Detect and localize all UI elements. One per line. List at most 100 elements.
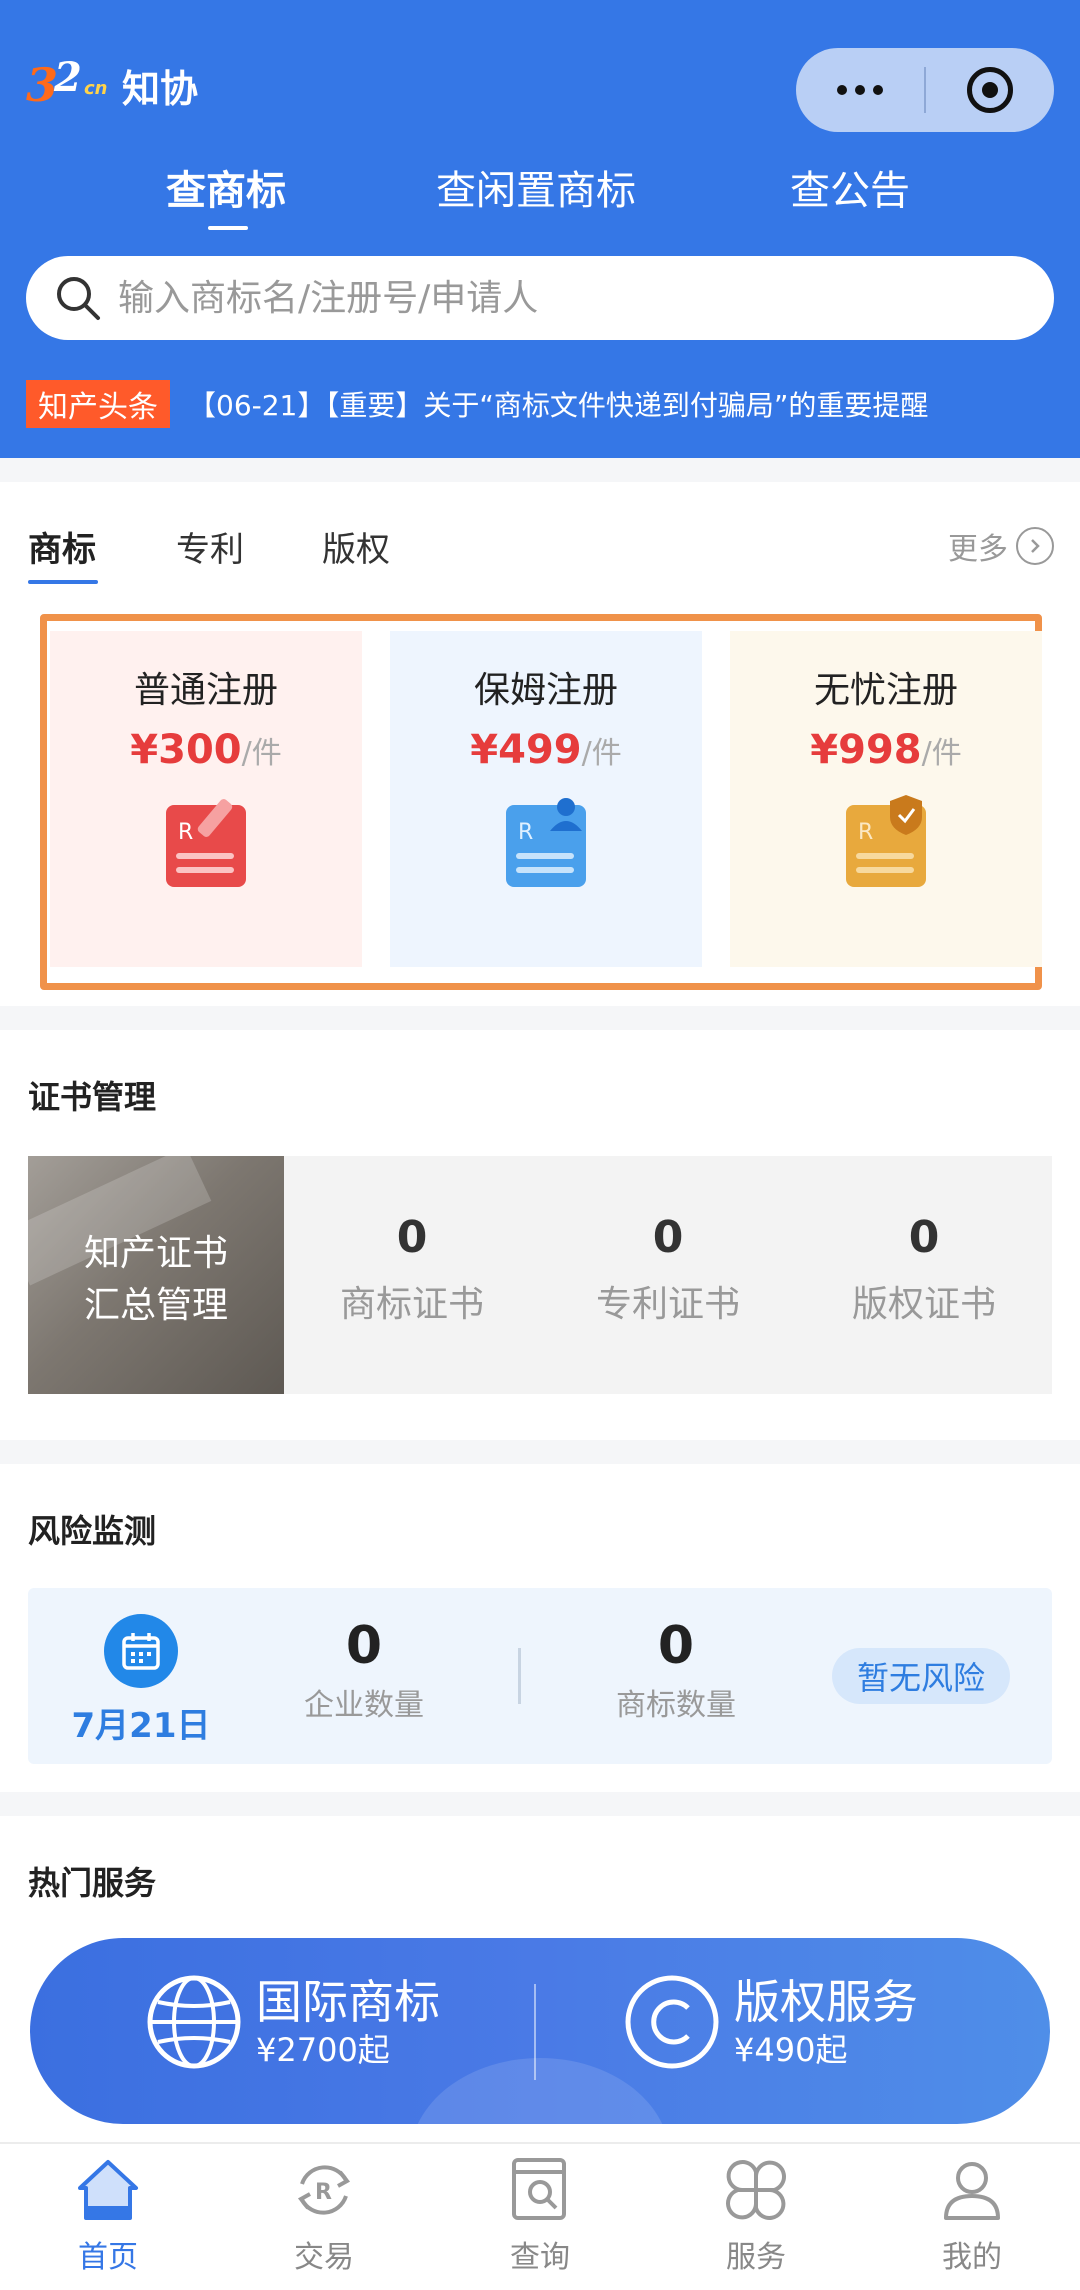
news-ticker[interactable]: 知产头条 【06-21】【重要】关于“商标文件快递到付骗局”的重要提醒 bbox=[26, 380, 928, 428]
certificate-banner-line1: 知产证书 bbox=[83, 1233, 228, 1274]
section-divider bbox=[0, 458, 1080, 482]
home-icon bbox=[78, 2160, 138, 2220]
risk-date: 7月21日 bbox=[71, 1706, 211, 1746]
divider bbox=[534, 1984, 536, 2080]
stat-label: 版权证书 bbox=[851, 1284, 996, 1325]
plan-worry-free[interactable]: 无忧注册 ¥998/件 R bbox=[730, 631, 1042, 967]
stat-value: 0 bbox=[345, 1616, 383, 1676]
trade-icon: R bbox=[297, 2165, 351, 2215]
search-input[interactable] bbox=[118, 277, 998, 319]
close-miniprogram-button[interactable] bbox=[926, 48, 1054, 132]
plan-name: 保姆注册 bbox=[473, 670, 618, 711]
dot-icon bbox=[873, 85, 883, 95]
miniprogram-capsule bbox=[796, 48, 1054, 132]
dot-icon bbox=[855, 85, 865, 95]
copyright-service[interactable]: 版权服务 ¥490起 bbox=[624, 1974, 918, 2070]
section-divider bbox=[0, 1006, 1080, 1030]
search-icon bbox=[57, 277, 100, 320]
stat-value: 0 bbox=[652, 1212, 684, 1263]
stat-value: 0 bbox=[908, 1212, 940, 1263]
tab-announcement-search[interactable]: 查公告 bbox=[790, 158, 910, 216]
nav-service[interactable]: 服务 bbox=[648, 2154, 864, 2276]
plan-name: 无忧注册 bbox=[813, 670, 958, 711]
section-divider bbox=[0, 1440, 1080, 1464]
nav-trade[interactable]: R 交易 bbox=[216, 2154, 432, 2276]
tab-idle-trademark-search[interactable]: 查闲置商标 bbox=[436, 158, 636, 216]
plan-price: ¥499/件 bbox=[470, 727, 622, 773]
certificate-banner-line2: 汇总管理 bbox=[83, 1285, 228, 1326]
trademark-shield-icon: R bbox=[846, 795, 926, 887]
calendar-icon bbox=[104, 1614, 178, 1688]
query-icon bbox=[512, 2158, 566, 2220]
nav-label: 首页 bbox=[78, 2240, 138, 2275]
nav-label: 服务 bbox=[726, 2240, 786, 2275]
tab-trademark-search[interactable]: 查商标 bbox=[166, 158, 286, 216]
trademark-count-stat: 0 商标数量 bbox=[576, 1616, 776, 1724]
target-icon bbox=[967, 67, 1013, 113]
active-tab-indicator bbox=[208, 226, 248, 230]
service-name: 国际商标 bbox=[256, 1975, 440, 2029]
service-price: ¥2700起 bbox=[256, 2031, 390, 2069]
plan-standard[interactable]: 普通注册 ¥300/件 R bbox=[50, 631, 362, 967]
svg-text:R: R bbox=[315, 2180, 332, 2205]
search-type-tabs: 查商标 查闲置商标 查公告 bbox=[0, 158, 1080, 238]
plan-nanny[interactable]: 保姆注册 ¥499/件 R bbox=[390, 631, 702, 967]
nav-query[interactable]: 查询 bbox=[432, 2154, 648, 2276]
copyright-certificate-stat[interactable]: 0 版权证书 bbox=[796, 1156, 1052, 1394]
stat-label: 商标证书 bbox=[339, 1284, 484, 1325]
registration-plans: 普通注册 ¥300/件 R 保姆注册 ¥499/件 R 无忧注册 ¥998/件 … bbox=[40, 614, 1042, 990]
app-logo: 3 2 cn 知协 bbox=[26, 54, 199, 114]
trademark-person-icon: R bbox=[506, 798, 586, 887]
patent-certificate-stat[interactable]: 0 专利证书 bbox=[540, 1156, 796, 1394]
svg-text:R: R bbox=[858, 820, 873, 845]
stat-label: 企业数量 bbox=[304, 1688, 424, 1723]
header: 3 2 cn 知协 查商标 查闲置商标 查公告 知产头条 【06-21】【重要】… bbox=[0, 0, 1080, 458]
certificate-banner-image[interactable]: 知产证书 汇总管理 bbox=[28, 1156, 284, 1394]
tab-copyright[interactable]: 版权 bbox=[322, 522, 390, 571]
plan-price: ¥300/件 bbox=[130, 727, 282, 773]
svg-text:R: R bbox=[178, 820, 193, 845]
nav-profile[interactable]: 我的 bbox=[864, 2154, 1080, 2276]
bottom-navigation: 首页 R 交易 查询 服务 我的 bbox=[0, 2142, 1080, 2290]
international-trademark-service[interactable]: 国际商标 ¥2700起 bbox=[146, 1974, 440, 2070]
service-name: 版权服务 bbox=[734, 1975, 918, 2029]
copyright-icon bbox=[625, 1975, 719, 2069]
more-link[interactable]: 更多 bbox=[948, 524, 1054, 568]
chevron-right-icon bbox=[1016, 527, 1054, 565]
nav-label: 我的 bbox=[942, 2240, 1002, 2275]
more-options-button[interactable] bbox=[796, 48, 924, 132]
search-bar[interactable] bbox=[26, 256, 1054, 340]
news-badge: 知产头条 bbox=[26, 380, 170, 428]
more-label: 更多 bbox=[948, 532, 1008, 567]
service-icon bbox=[726, 2160, 786, 2220]
logo-text: 知协 bbox=[122, 66, 199, 111]
section-divider bbox=[0, 1792, 1080, 1816]
trademark-certificate-stat[interactable]: 0 商标证书 bbox=[284, 1156, 540, 1394]
risk-section-title: 风险监测 bbox=[28, 1512, 157, 1550]
tab-trademark[interactable]: 商标 bbox=[28, 522, 96, 571]
stat-value: 0 bbox=[396, 1212, 428, 1263]
stat-value: 0 bbox=[657, 1616, 695, 1676]
divider bbox=[518, 1648, 521, 1704]
hot-services-banner: 国际商标 ¥2700起 版权服务 ¥490起 bbox=[30, 1938, 1050, 2124]
active-category-indicator bbox=[28, 580, 98, 584]
certificate-card[interactable]: 知产证书 汇总管理 0 商标证书 0 专利证书 0 版权证书 bbox=[28, 1156, 1052, 1394]
risk-status-badge: 暂无风险 bbox=[832, 1648, 1010, 1704]
nav-label: 交易 bbox=[294, 2240, 354, 2275]
logo-mark: 3 2 cn bbox=[26, 54, 108, 112]
trademark-edit-icon: R bbox=[166, 799, 246, 887]
news-headline[interactable]: 【06-21】【重要】关于“商标文件快递到付骗局”的重要提醒 bbox=[188, 384, 928, 424]
dot-icon bbox=[837, 85, 847, 95]
plan-name: 普通注册 bbox=[133, 670, 278, 711]
globe-icon bbox=[147, 1975, 241, 2069]
profile-icon bbox=[944, 2162, 1000, 2220]
stat-label: 专利证书 bbox=[595, 1284, 740, 1325]
category-tabs: 商标 专利 版权 更多 bbox=[0, 510, 1080, 584]
certificate-section-title: 证书管理 bbox=[28, 1078, 157, 1116]
service-price: ¥490起 bbox=[734, 2031, 848, 2069]
nav-home[interactable]: 首页 bbox=[0, 2154, 216, 2276]
hot-services-title: 热门服务 bbox=[28, 1864, 157, 1902]
risk-monitor-card[interactable]: 7月21日 0 企业数量 0 商标数量 暂无风险 bbox=[28, 1588, 1052, 1764]
plan-price: ¥998/件 bbox=[810, 727, 962, 773]
tab-patent[interactable]: 专利 bbox=[176, 522, 244, 571]
